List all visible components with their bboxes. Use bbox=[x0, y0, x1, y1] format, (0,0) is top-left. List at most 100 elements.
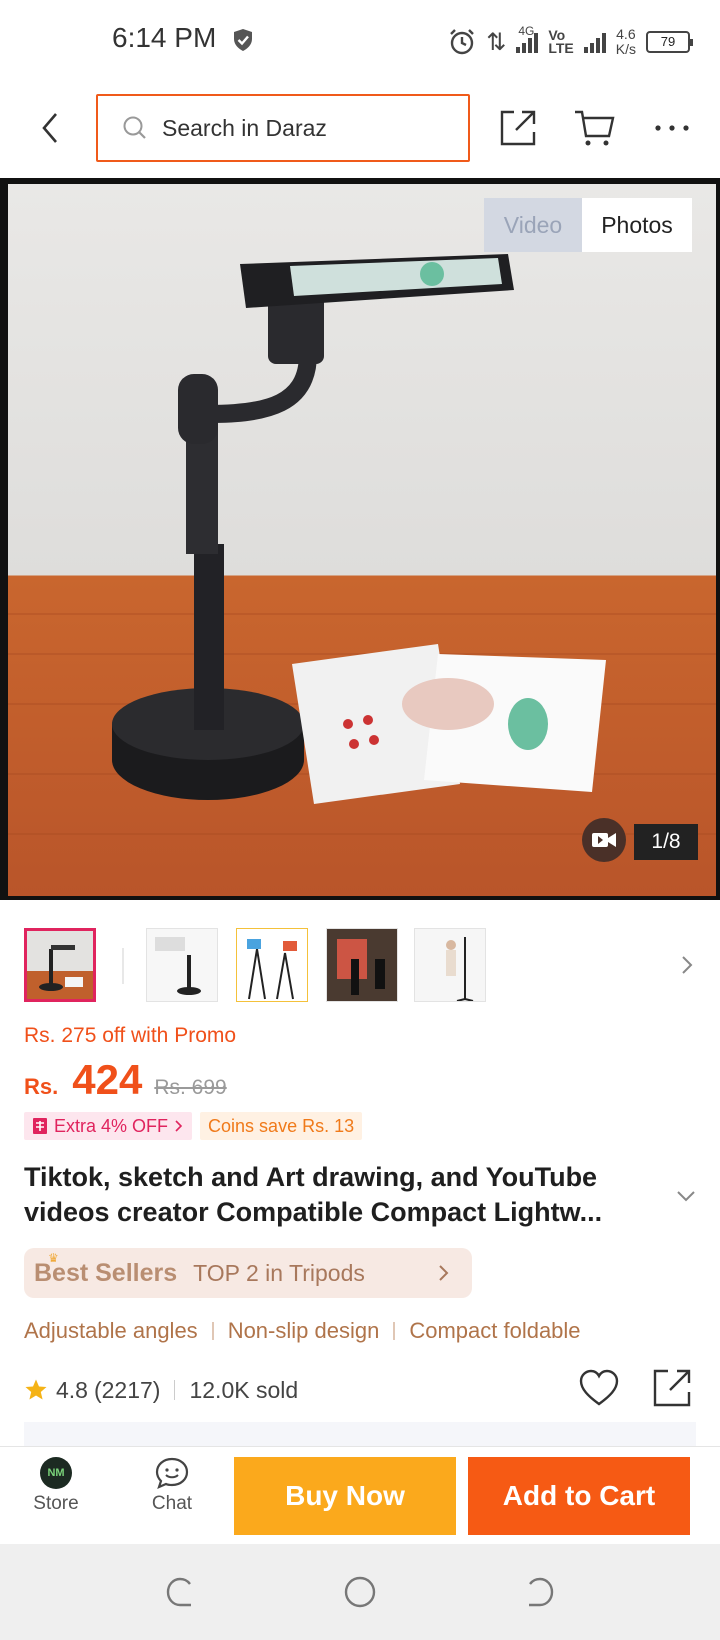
feature-divider bbox=[211, 1322, 214, 1340]
thumbnail-image bbox=[327, 929, 397, 1001]
rating-score: 4.8 bbox=[56, 1376, 88, 1403]
more-icon bbox=[655, 125, 689, 131]
current-price: 424 bbox=[72, 1056, 143, 1103]
star-icon bbox=[25, 1379, 47, 1400]
cart-button[interactable] bbox=[572, 106, 616, 150]
search-input[interactable]: Search in Daraz bbox=[96, 94, 470, 162]
thumbnail-divider bbox=[122, 948, 124, 984]
speed-unit: K/s bbox=[615, 41, 636, 57]
thumbnail[interactable] bbox=[326, 928, 398, 1002]
chat-button[interactable]: Chat bbox=[132, 1457, 212, 1515]
thumbnails-next-button[interactable] bbox=[672, 950, 702, 980]
sold-count: 12.0K sold bbox=[189, 1376, 299, 1403]
chat-icon bbox=[155, 1457, 189, 1489]
chevron-right-icon bbox=[682, 956, 693, 974]
best-sellers-label: ♛ Best Sellers bbox=[34, 1251, 177, 1288]
speed-value: 4.6 bbox=[616, 26, 636, 42]
product-title-line2: videos creator Compatible Compact Lightw… bbox=[24, 1197, 603, 1227]
thumbnail[interactable] bbox=[24, 928, 96, 1002]
store-button[interactable]: NM Store bbox=[16, 1457, 96, 1515]
feature-item: Non-slip design bbox=[227, 1318, 380, 1343]
thumbnail[interactable] bbox=[146, 928, 218, 1002]
coins-chip: Coins save Rs. 13 bbox=[200, 1112, 363, 1140]
home-button[interactable] bbox=[340, 1572, 380, 1612]
thumbnail-image bbox=[415, 929, 485, 1001]
store-label: Store bbox=[33, 1493, 79, 1514]
offer-chips: Extra 4% OFF Coins save Rs. 13 bbox=[24, 1112, 363, 1140]
back-button[interactable] bbox=[30, 108, 70, 148]
net-4g-label: 4G bbox=[518, 24, 535, 38]
status-time: 6:14 PM bbox=[112, 22, 217, 53]
more-button[interactable] bbox=[650, 106, 694, 150]
photos-tab[interactable]: Photos bbox=[582, 198, 692, 252]
best-sellers-banner[interactable]: ♛ Best Sellers TOP 2 in Tripods bbox=[24, 1248, 472, 1298]
thumbnail[interactable] bbox=[236, 928, 308, 1002]
extra-off-chip[interactable]: Extra 4% OFF bbox=[24, 1112, 193, 1140]
chevron-down-icon[interactable] bbox=[674, 1184, 698, 1208]
video-camera-icon bbox=[592, 833, 616, 847]
add-to-cart-button[interactable]: Add to Cart bbox=[468, 1457, 690, 1535]
feature-item: Compact foldable bbox=[409, 1318, 581, 1343]
back-icon bbox=[42, 113, 57, 143]
product-title: Tiktok, sketch and Art drawing, and YouT… bbox=[24, 1160, 664, 1230]
share-icon[interactable] bbox=[650, 1366, 694, 1410]
data-arrows-icon: ⇅ bbox=[486, 28, 507, 56]
price-currency: Rs. bbox=[24, 1074, 59, 1099]
status-icons: ⇅ 4G Vo LTE 4.6 K/s 79 bbox=[448, 22, 693, 62]
product-title-line1: Tiktok, sketch and Art drawing, and YouT… bbox=[24, 1162, 598, 1192]
feature-divider bbox=[393, 1322, 396, 1340]
bottom-action-bar: NM Store Chat Buy Now Add to Cart bbox=[0, 1446, 720, 1544]
thumbnail-image bbox=[237, 929, 307, 1001]
feature-list: Adjustable angles Non-slip design Compac… bbox=[24, 1318, 581, 1344]
back-nav-icon bbox=[529, 1577, 554, 1607]
feature-item: Adjustable angles bbox=[24, 1318, 198, 1343]
promo-text: Rs. 275 off with Promo bbox=[24, 1024, 237, 1047]
shield-icon bbox=[234, 29, 252, 51]
original-price: Rs. 699 bbox=[154, 1076, 227, 1099]
product-gallery[interactable]: Video Photos 1/8 bbox=[0, 178, 720, 900]
volte-bottom: LTE bbox=[548, 40, 574, 56]
home-icon bbox=[344, 1576, 376, 1608]
signal-4g: 4G bbox=[516, 25, 539, 53]
header: Search in Daraz bbox=[0, 88, 720, 168]
status-bar: 6:14 PM ⇅ 4G Vo LTE 4.6 K/s 79 bbox=[0, 0, 720, 80]
buy-now-button[interactable]: Buy Now bbox=[234, 1457, 456, 1535]
rating-divider bbox=[174, 1380, 176, 1400]
video-tab[interactable]: Video bbox=[484, 198, 582, 252]
voucher-icon bbox=[33, 1118, 47, 1134]
system-nav-bar bbox=[0, 1544, 720, 1640]
product-photo[interactable]: Video Photos 1/8 bbox=[8, 184, 716, 896]
recent-apps-icon bbox=[166, 1577, 191, 1607]
share-button[interactable] bbox=[496, 106, 540, 150]
search-placeholder: Search in Daraz bbox=[162, 114, 327, 141]
rating-row[interactable]: 4.8 (2217) 12.0K sold bbox=[24, 1372, 298, 1408]
search-icon bbox=[123, 116, 146, 139]
price-row: Rs. 424 Rs. 699 bbox=[24, 1056, 227, 1108]
chevron-right-icon bbox=[439, 1265, 449, 1281]
heart-icon[interactable] bbox=[578, 1368, 620, 1408]
section-divider bbox=[24, 1422, 696, 1446]
thumbnail[interactable] bbox=[414, 928, 486, 1002]
store-logo: NM bbox=[40, 1457, 72, 1489]
battery-icon: 79 bbox=[646, 31, 693, 53]
recent-apps-button[interactable] bbox=[160, 1572, 200, 1612]
rating-count: (2217) bbox=[93, 1376, 161, 1403]
chevron-right-icon bbox=[175, 1120, 183, 1132]
back-nav-button[interactable] bbox=[520, 1572, 560, 1612]
video-button[interactable] bbox=[582, 818, 626, 862]
signal-icon bbox=[583, 31, 606, 53]
share-icon bbox=[500, 110, 536, 146]
extra-off-label: Extra 4% OFF bbox=[54, 1115, 169, 1136]
media-toggle: Video Photos bbox=[484, 198, 692, 252]
thumbnail-image bbox=[27, 931, 93, 999]
thumbnail-image bbox=[147, 929, 217, 1001]
image-counter: 1/8 bbox=[634, 824, 698, 860]
cart-icon bbox=[575, 110, 615, 146]
thumbnail-strip bbox=[0, 920, 720, 1012]
chat-label: Chat bbox=[151, 1493, 193, 1514]
crown-icon: ♛ bbox=[48, 1250, 59, 1265]
best-sellers-rank: TOP 2 in Tripods bbox=[193, 1259, 365, 1286]
product-image bbox=[8, 254, 716, 835]
network-speed: 4.6 K/s bbox=[616, 27, 636, 57]
volte-label: Vo LTE bbox=[548, 28, 574, 56]
